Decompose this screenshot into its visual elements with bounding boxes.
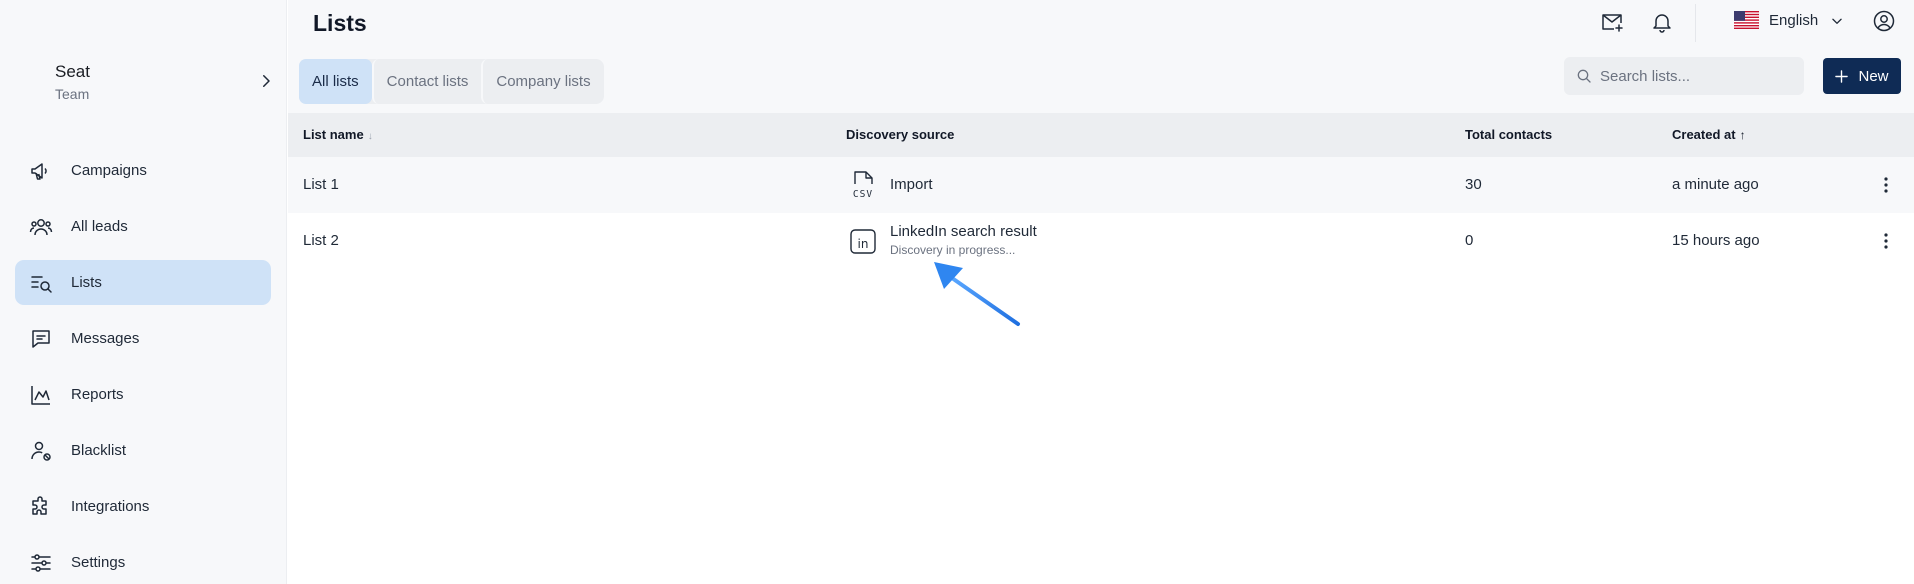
created-at-cell: a minute ago (1672, 176, 1759, 193)
sort-arrow-up-icon: ↑ (1739, 128, 1746, 142)
sidebar-item-reports[interactable]: Reports (15, 372, 271, 417)
search-icon (1577, 69, 1591, 83)
sidebar: Seat Team Campaigns All leads Lists Mess… (0, 0, 287, 584)
tab-all-lists[interactable]: All lists (299, 59, 372, 104)
discovery-source-label: Import (890, 176, 933, 193)
list-name-cell[interactable]: List 1 (303, 176, 339, 193)
puzzle-icon (32, 496, 47, 515)
search-box (1564, 57, 1804, 95)
page-header: Lists English All lists Contact lists Co… (288, 0, 1914, 113)
column-header-total-contacts: Total contacts (1465, 127, 1552, 142)
tab-company-lists[interactable]: Company lists (481, 59, 603, 104)
column-label: Total contacts (1465, 127, 1553, 142)
list-type-tabs: All lists Contact lists Company lists (299, 59, 604, 104)
user-blocked-icon (31, 441, 51, 461)
sidebar-item-label: Lists (71, 274, 102, 291)
megaphone-icon (31, 163, 47, 180)
total-contacts-cell: 30 (1465, 176, 1482, 193)
header-divider (1695, 4, 1696, 42)
new-button-label: New (1858, 67, 1889, 85)
user-circle-icon[interactable] (1872, 9, 1896, 33)
column-label: Created at (1672, 127, 1736, 142)
sidebar-item-settings[interactable]: Settings (15, 540, 271, 584)
tab-contact-lists[interactable]: Contact lists (371, 59, 482, 104)
chevron-right-icon (263, 75, 270, 87)
sidebar-item-label: Reports (71, 386, 124, 403)
csv-file-icon: CSV (853, 171, 873, 200)
main-content: Lists English All lists Contact lists Co… (288, 0, 1914, 584)
total-contacts-cell: 0 (1465, 232, 1474, 249)
mail-plus-icon[interactable] (1600, 10, 1624, 34)
language-label: English (1769, 12, 1819, 29)
column-label: List name (303, 127, 364, 142)
list-name-cell[interactable]: List 2 (303, 232, 339, 249)
column-header-list-name[interactable]: List name ↓ (303, 127, 373, 142)
sidebar-nav: Campaigns All leads Lists Messages Repor… (15, 148, 271, 584)
column-header-discovery-source: Discovery source (846, 127, 954, 142)
sort-icon: ↓ (367, 131, 373, 142)
workspace-team: Team (55, 86, 90, 102)
language-selector[interactable]: English (1734, 8, 1846, 34)
svg-text:CSV: CSV (853, 189, 873, 200)
linkedin-icon: in (850, 229, 876, 254)
sidebar-item-all-leads[interactable]: All leads (15, 204, 271, 249)
sliders-icon (31, 554, 51, 572)
chevron-down-icon (1832, 18, 1842, 24)
search-input[interactable] (1600, 57, 1796, 95)
users-icon (29, 219, 53, 236)
sidebar-item-label: Settings (71, 554, 126, 571)
discovery-status: Discovery in progress... (890, 243, 1016, 257)
sidebar-item-messages[interactable]: Messages (15, 316, 271, 361)
sidebar-item-integrations[interactable]: Integrations (15, 484, 271, 529)
svg-text:in: in (858, 237, 869, 251)
page-title: Lists (313, 10, 367, 36)
us-flag-icon (1734, 11, 1759, 29)
sidebar-item-label: All leads (71, 218, 128, 235)
sidebar-item-lists[interactable]: Lists (15, 260, 271, 305)
list-search-icon (31, 276, 52, 293)
sidebar-item-blacklist[interactable]: Blacklist (15, 428, 271, 473)
sidebar-item-label: Blacklist (71, 442, 127, 459)
column-label: Discovery source (846, 127, 955, 142)
sidebar-item-label: Messages (71, 330, 140, 347)
sidebar-item-campaigns[interactable]: Campaigns (15, 148, 271, 193)
annotation-arrow (934, 262, 1020, 326)
table-row[interactable]: List 2 in LinkedIn search result Discove… (288, 213, 1914, 269)
workspace-switcher[interactable]: Seat Team (55, 60, 275, 110)
more-options-icon[interactable] (1883, 176, 1889, 194)
chart-icon (31, 386, 50, 405)
table-row[interactable]: List 1 CSV Import 30 a minute ago (288, 157, 1914, 213)
workspace-name: Seat (55, 62, 90, 81)
bell-icon[interactable] (1650, 10, 1674, 34)
chat-icon (32, 330, 50, 348)
more-options-icon[interactable] (1883, 232, 1889, 250)
column-header-created-at[interactable]: Created at ↑ (1672, 127, 1746, 142)
created-at-cell: 15 hours ago (1672, 232, 1760, 249)
sidebar-item-label: Campaigns (71, 162, 147, 179)
new-list-button[interactable]: New (1823, 58, 1901, 94)
sidebar-item-label: Integrations (71, 498, 150, 515)
table-header: List name ↓ Discovery source Total contac… (288, 113, 1914, 157)
discovery-source-label: LinkedIn search result (890, 223, 1037, 240)
plus-icon (1835, 69, 1849, 83)
